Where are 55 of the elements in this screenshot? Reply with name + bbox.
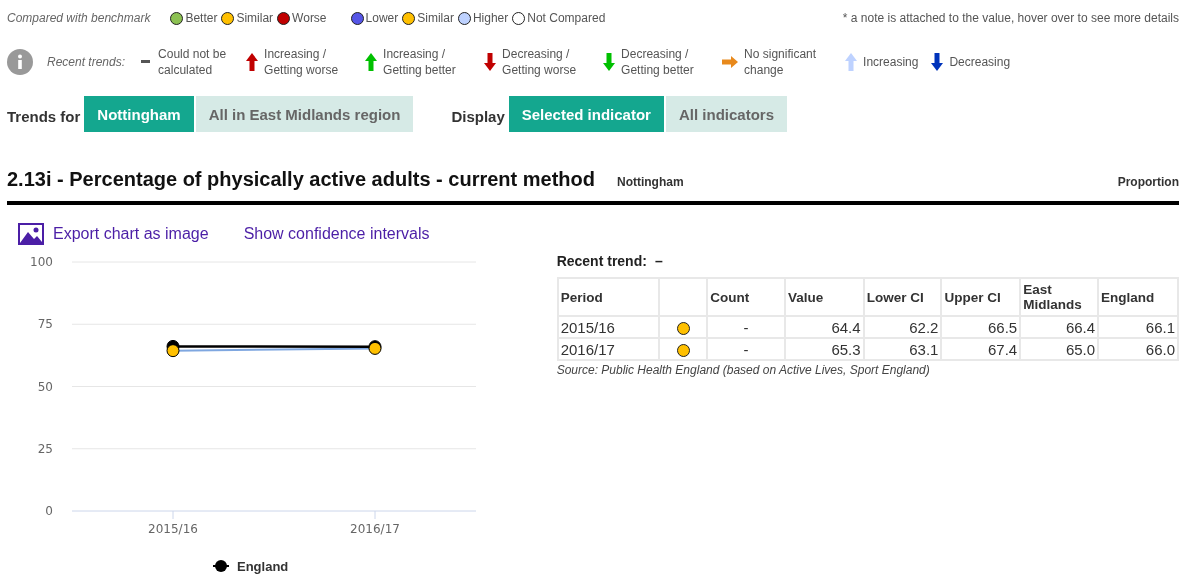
legend-label: Similar — [417, 11, 454, 25]
column-header: East Midlands — [1020, 278, 1099, 316]
table-cell: 2016/17 — [557, 338, 660, 360]
legend-label: Could not be calculated — [158, 46, 228, 78]
legend-label: Decreasing / Getting better — [621, 46, 695, 78]
axis-label: 25 — [37, 441, 53, 456]
axis-label: 2015/16 — [148, 522, 198, 536]
note-text: * a note is attached to the value, hover over to see more details — [842, 11, 1179, 25]
legend-label: Increasing — [863, 54, 919, 70]
table-cell: 66.0 — [1098, 338, 1178, 360]
legend-label: Increasing / Getting worse — [264, 46, 340, 78]
column-header: Value — [784, 278, 864, 316]
legend-label: Higher — [472, 11, 509, 25]
table-cell: 66.5 — [941, 316, 1021, 338]
column-header: Count — [707, 278, 785, 316]
table-cell: 66.1 — [1098, 316, 1178, 338]
value-type: Proportion — [1117, 175, 1179, 189]
axis-label: 0 — [45, 504, 53, 518]
source-note: Source: Public Health England (based on Active Lives, Sport England) — [556, 363, 931, 377]
legend-title: Recent trends: — [47, 55, 126, 69]
trend-value: – — [654, 253, 663, 269]
legend-label: Worse — [292, 11, 327, 25]
axis-label: 100 — [30, 255, 53, 269]
table-cell: - — [707, 316, 785, 338]
toggle-label: Trends for — [7, 107, 81, 125]
recent-trend-label: Recent trend: — [556, 253, 647, 269]
legend-label: England — [237, 559, 289, 574]
table-cell: 65.3 — [784, 338, 864, 360]
legend-label: Increasing / Getting better — [383, 46, 457, 78]
area-name: Nottingham — [616, 175, 684, 189]
column-header: England — [1098, 278, 1178, 316]
table-cell: - — [707, 338, 785, 360]
axis-label: 2016/17 — [350, 522, 400, 536]
legend-label: Decreasing / Getting worse — [502, 46, 578, 78]
axis-label: 50 — [37, 379, 53, 394]
column-header: Lower CI — [863, 278, 942, 316]
toggle-label: Display — [451, 107, 505, 125]
axis-label: 75 — [37, 317, 53, 332]
legend-label: Lower — [365, 11, 399, 25]
table-cell: 64.4 — [784, 316, 864, 338]
legend-label: Similar — [236, 11, 274, 25]
table-cell: 65.0 — [1020, 338, 1099, 360]
table-cell: 2015/16 — [557, 316, 660, 338]
legend-label: No significant change — [744, 46, 818, 78]
table-cell: 66.4 — [1020, 316, 1099, 338]
table-cell: 63.1 — [863, 338, 942, 360]
column-header: Upper CI — [941, 278, 1021, 316]
table-cell: 67.4 — [941, 338, 1021, 360]
legend-label: Decreasing — [949, 54, 1011, 70]
column-header: Period — [557, 278, 660, 316]
indicator-title: 2.13i - Percentage of physically active adults - current method — [7, 168, 595, 191]
legend-label: Better — [185, 11, 218, 25]
table-cell: 62.2 — [863, 316, 942, 338]
legend-label: Not Compared — [527, 11, 606, 25]
legend-title: Compared with benchmark — [7, 11, 151, 25]
